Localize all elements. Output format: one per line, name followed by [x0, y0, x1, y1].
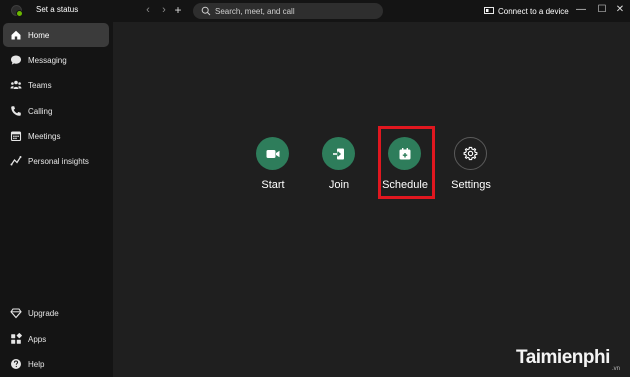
- settings-label: Settings: [451, 179, 491, 191]
- join-icon: [332, 148, 344, 159]
- sidebar-item-label: Upgrade: [28, 309, 59, 318]
- avatar[interactable]: [11, 5, 23, 17]
- gear-icon: [463, 146, 478, 161]
- set-status-label[interactable]: Set a status: [36, 5, 78, 14]
- maximize-button[interactable]: ☐: [595, 3, 609, 17]
- search-icon: [201, 6, 211, 16]
- search-input[interactable]: [215, 4, 375, 18]
- sidebar-item-label: Apps: [28, 335, 47, 344]
- sidebar-item-upgrade[interactable]: Upgrade: [3, 301, 109, 325]
- watermark-tld: .vn: [612, 366, 621, 372]
- home-panel: Start Join Schedule Settings: [113, 22, 630, 377]
- video-camera-icon: [266, 149, 279, 158]
- apps-icon: [11, 333, 22, 344]
- insights-icon: [10, 156, 22, 166]
- sidebar-item-label: Teams: [28, 81, 52, 90]
- sidebar-item-label: Help: [28, 360, 45, 369]
- sidebar-item-help[interactable]: Help: [3, 352, 109, 376]
- back-button[interactable]: ‹: [141, 3, 155, 17]
- start-circle[interactable]: [256, 137, 289, 170]
- sidebar-item-messaging[interactable]: Messaging: [3, 48, 109, 72]
- connect-to-device-button[interactable]: Connect to a device: [484, 4, 569, 18]
- sidebar-item-teams[interactable]: Teams: [3, 73, 109, 97]
- sidebar-item-label: Home: [28, 31, 50, 40]
- start-meeting-button[interactable]: Start: [238, 137, 308, 197]
- skype-window: Set a status ‹ › + Connect to a device —…: [0, 0, 630, 377]
- title-bar: Set a status ‹ › + Connect to a device —…: [0, 0, 630, 22]
- chat-icon: [11, 55, 21, 65]
- sidebar-item-personal-insights[interactable]: Personal insights: [3, 149, 109, 173]
- search-box[interactable]: [193, 3, 383, 19]
- settings-button[interactable]: Settings: [436, 137, 506, 197]
- sidebar-item-apps[interactable]: Apps: [3, 327, 109, 351]
- phone-icon: [11, 106, 21, 116]
- settings-circle[interactable]: [454, 137, 487, 170]
- start-label: Start: [261, 179, 285, 191]
- join-meeting-button[interactable]: Join: [304, 137, 374, 197]
- sidebar-item-label: Personal insights: [28, 157, 89, 166]
- sidebar-item-home[interactable]: Home: [3, 23, 109, 47]
- watermark-text: Taimienphi: [516, 347, 610, 368]
- new-chat-button[interactable]: +: [171, 3, 185, 17]
- diamond-icon: [10, 308, 22, 319]
- cast-icon: [484, 7, 494, 14]
- join-circle[interactable]: [322, 137, 355, 170]
- join-label: Join: [328, 179, 350, 191]
- sidebar-item-calling[interactable]: Calling: [3, 99, 109, 123]
- connect-label: Connect to a device: [498, 6, 569, 16]
- close-button[interactable]: ✕: [613, 3, 627, 17]
- sidebar: Home Messaging Teams Calling Meetings Pe…: [0, 22, 113, 377]
- sidebar-item-label: Calling: [28, 107, 53, 116]
- minimize-button[interactable]: —: [574, 3, 588, 17]
- home-icon: [11, 30, 21, 40]
- watermark-logo: Taimienphi .vn: [516, 345, 628, 375]
- teams-icon: [10, 80, 22, 89]
- help-icon: [11, 359, 21, 369]
- highlight-annotation: [378, 126, 435, 199]
- sidebar-item-meetings[interactable]: Meetings: [3, 124, 109, 148]
- sidebar-item-label: Messaging: [28, 56, 67, 65]
- calendar-icon: [10, 131, 22, 142]
- sidebar-item-label: Meetings: [28, 132, 61, 141]
- forward-button[interactable]: ›: [157, 3, 171, 17]
